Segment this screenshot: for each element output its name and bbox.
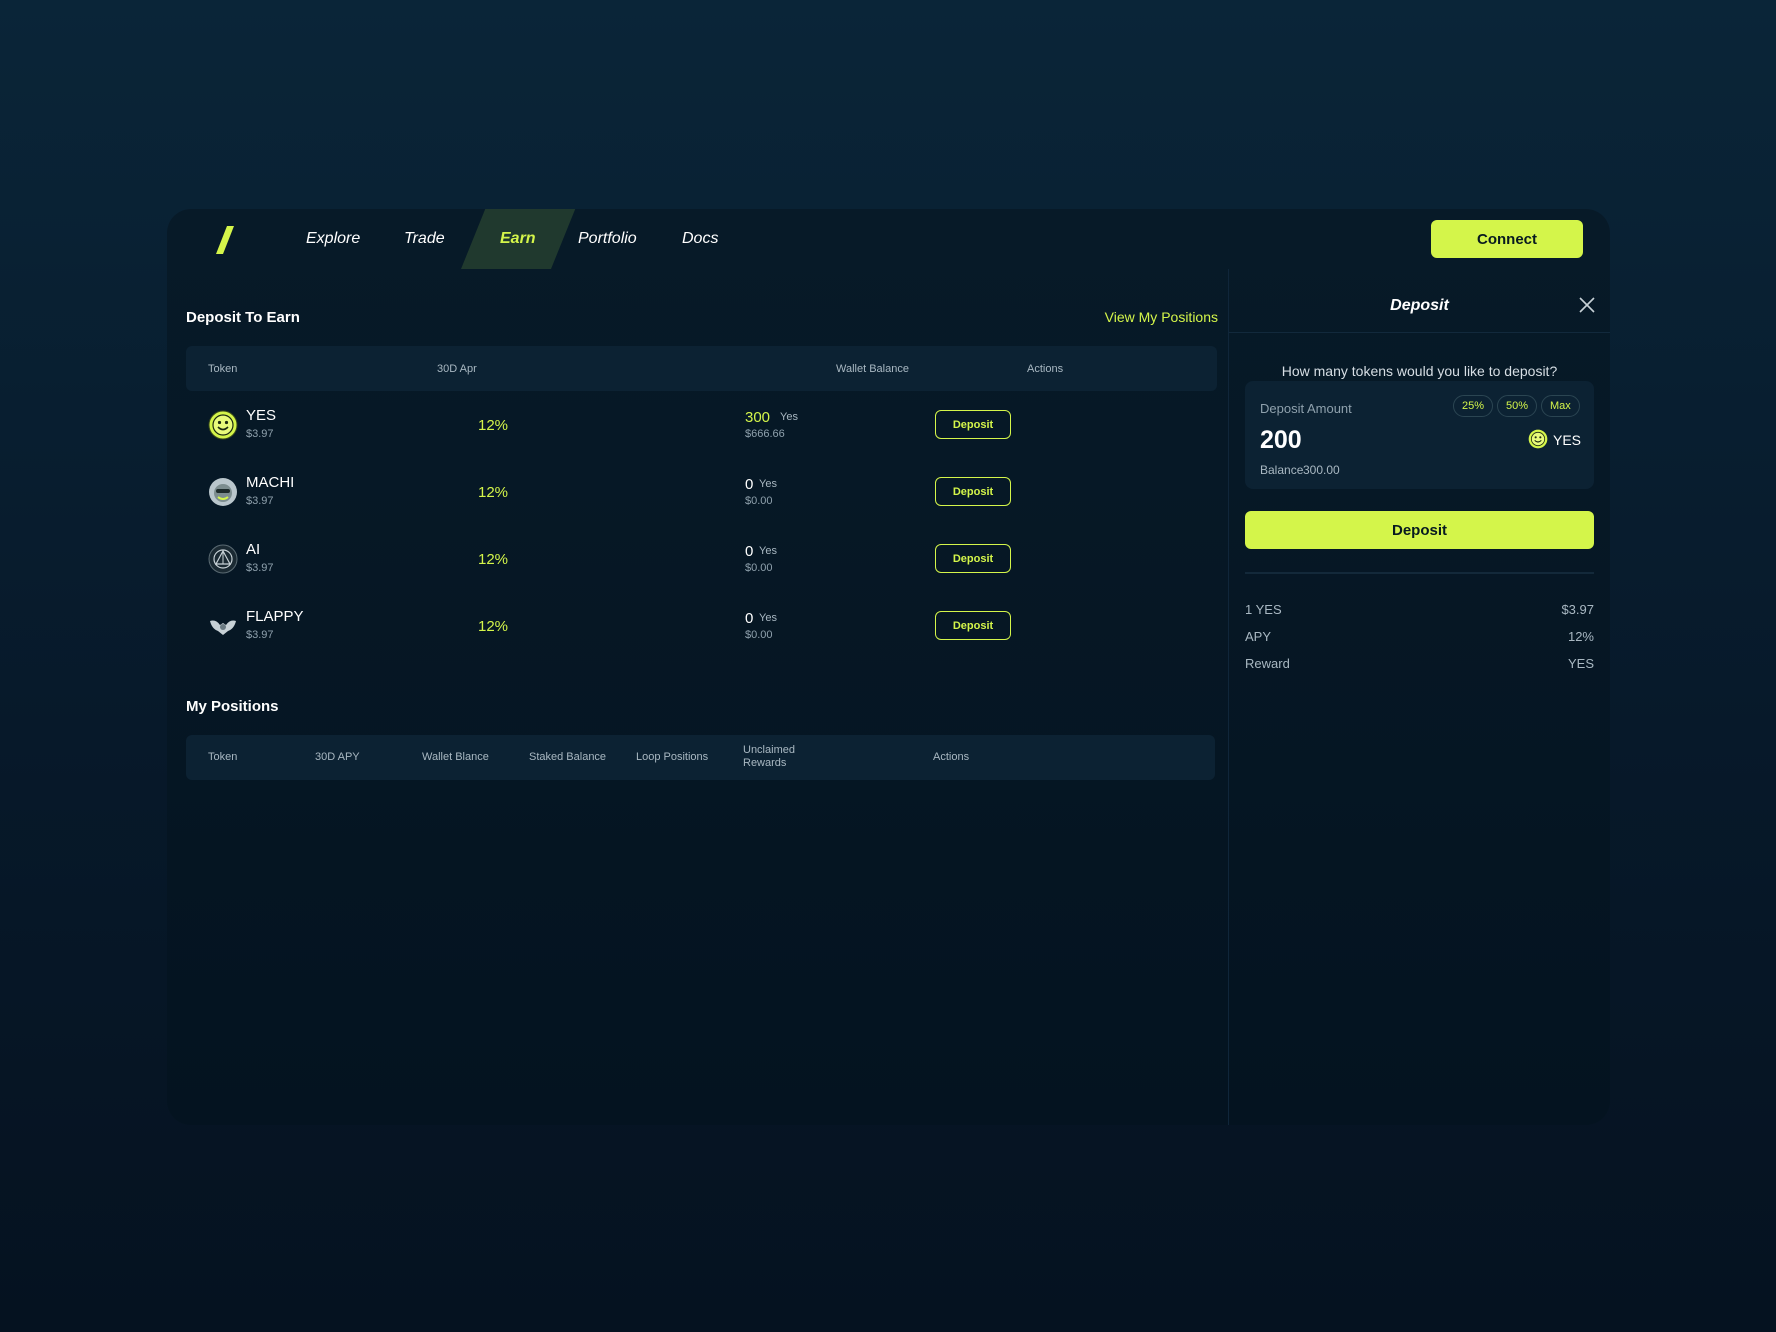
info-key: 1 YES [1245, 602, 1282, 617]
preset-25-button[interactable]: 25% [1453, 395, 1494, 417]
info-key: APY [1245, 629, 1272, 644]
app-window: Explore Trade Earn Portfolio Docs Connec… [167, 209, 1610, 1125]
deposit-table-header: Token 30D Apr Wallet Balance Actions [186, 346, 1217, 391]
yes-token-icon [1528, 429, 1548, 449]
deposit-button[interactable]: Deposit [935, 477, 1011, 506]
info-row-price: 1 YES $3.97 [1245, 602, 1594, 622]
token-price: $3.97 [246, 495, 274, 507]
token-apr: 12% [478, 551, 509, 568]
yes-token-icon [208, 410, 238, 440]
info-row-reward: Reward YES [1245, 656, 1594, 676]
deposit-token-selector[interactable]: YES [1553, 432, 1581, 448]
connect-button[interactable]: Connect [1431, 220, 1583, 258]
balance-unit: Yes [759, 478, 777, 490]
balance-label: Balance [1260, 463, 1304, 477]
info-value: 12% [1567, 629, 1594, 644]
col-wallet-balance: Wallet Balance [836, 363, 909, 375]
col-apr: 30D Apr [437, 363, 477, 375]
info-value: YES [1567, 656, 1594, 671]
col-rewards: Rewards [743, 757, 787, 769]
nav-earn[interactable]: Earn [500, 209, 536, 269]
deposit-amount-input[interactable]: 200 [1260, 426, 1302, 455]
deposit-panel-title: Deposit [1390, 297, 1449, 314]
token-name: MACHI [246, 474, 295, 491]
table-row: MACHI $3.97 12% 0 Yes $0.00 Deposit [186, 458, 1217, 525]
balance-usd: $666.66 [745, 428, 785, 440]
deposit-button[interactable]: Deposit [935, 410, 1011, 439]
balance-unit: Yes [780, 411, 798, 423]
view-positions-link[interactable]: View My Positions [1105, 309, 1218, 325]
token-price: $3.97 [246, 562, 274, 574]
col-staked-balance: Staked Balance [529, 751, 607, 763]
nav-explore[interactable]: Explore [306, 209, 360, 269]
preset-max-button[interactable]: Max [1541, 395, 1580, 417]
preset-50-button[interactable]: 50% [1497, 395, 1538, 417]
positions-section-title: My Positions [186, 698, 279, 715]
balance-usd: $0.00 [745, 562, 773, 574]
deposit-amount-box: Deposit Amount 25% 50% Max 200 YES Balan… [1245, 381, 1594, 489]
deposit-button[interactable]: Deposit [935, 544, 1011, 573]
deposit-section-title: Deposit To Earn [186, 309, 300, 326]
col-unclaimed: Unclaimed [743, 744, 795, 756]
info-key: Reward [1245, 656, 1290, 671]
ai-token-icon [208, 544, 238, 574]
token-apr: 12% [478, 484, 509, 501]
table-row: FLAPPY $3.97 12% 0 Yes $0.00 Deposit [186, 592, 1217, 659]
token-apr: 12% [478, 417, 509, 434]
top-nav: Explore Trade Earn Portfolio Docs Connec… [167, 209, 1610, 269]
token-name: YES [246, 407, 277, 424]
balance-usd: $0.00 [745, 629, 773, 641]
divider [1229, 332, 1610, 333]
deposit-button[interactable]: Deposit [935, 611, 1011, 640]
balance-usd: $0.00 [745, 495, 773, 507]
nav-portfolio[interactable]: Portfolio [578, 209, 637, 269]
info-row-apy: APY 12% [1245, 629, 1594, 649]
table-row: YES $3.97 12% 300 Yes $666.66 Deposit [186, 391, 1217, 458]
col-token: Token [208, 363, 238, 375]
divider [1245, 572, 1594, 574]
token-price: $3.97 [246, 428, 274, 440]
wallet-balance: 0 [745, 476, 754, 493]
table-row: AI $3.97 12% 0 Yes $0.00 Deposit [186, 525, 1217, 592]
wallet-balance: 0 [745, 610, 754, 627]
col-actions: Actions [933, 751, 970, 763]
col-loop-positions: Loop Positions [636, 751, 709, 763]
logo-icon[interactable] [215, 225, 235, 255]
balance-value: 300.00 [1303, 463, 1340, 477]
token-name: FLAPPY [246, 608, 304, 625]
col-token: Token [208, 751, 238, 763]
wallet-balance: 0 [745, 543, 754, 560]
token-name: AI [246, 541, 261, 558]
nav-docs[interactable]: Docs [682, 209, 718, 269]
col-actions: Actions [1027, 363, 1064, 375]
positions-table-header: Token 30D APY Wallet Blance Staked Balan… [186, 735, 1215, 780]
confirm-deposit-button[interactable]: Deposit [1245, 511, 1594, 549]
balance-unit: Yes [759, 545, 777, 557]
col-wallet-balance: Wallet Blance [422, 751, 489, 763]
close-icon[interactable] [1578, 296, 1596, 314]
deposit-question: How many tokens would you like to deposi… [1281, 363, 1558, 379]
flappy-token-icon [210, 620, 236, 635]
info-value: $3.97 [1561, 602, 1594, 617]
balance-unit: Yes [759, 612, 777, 624]
token-price: $3.97 [246, 629, 274, 641]
col-apy: 30D APY [315, 751, 360, 763]
token-apr: 12% [478, 618, 509, 635]
wallet-balance: 300 [745, 409, 771, 426]
nav-trade[interactable]: Trade [404, 209, 445, 269]
deposit-amount-label: Deposit Amount [1260, 401, 1352, 416]
machi-token-icon [209, 478, 237, 506]
deposit-panel: Deposit How many tokens would you like t… [1228, 269, 1610, 1125]
